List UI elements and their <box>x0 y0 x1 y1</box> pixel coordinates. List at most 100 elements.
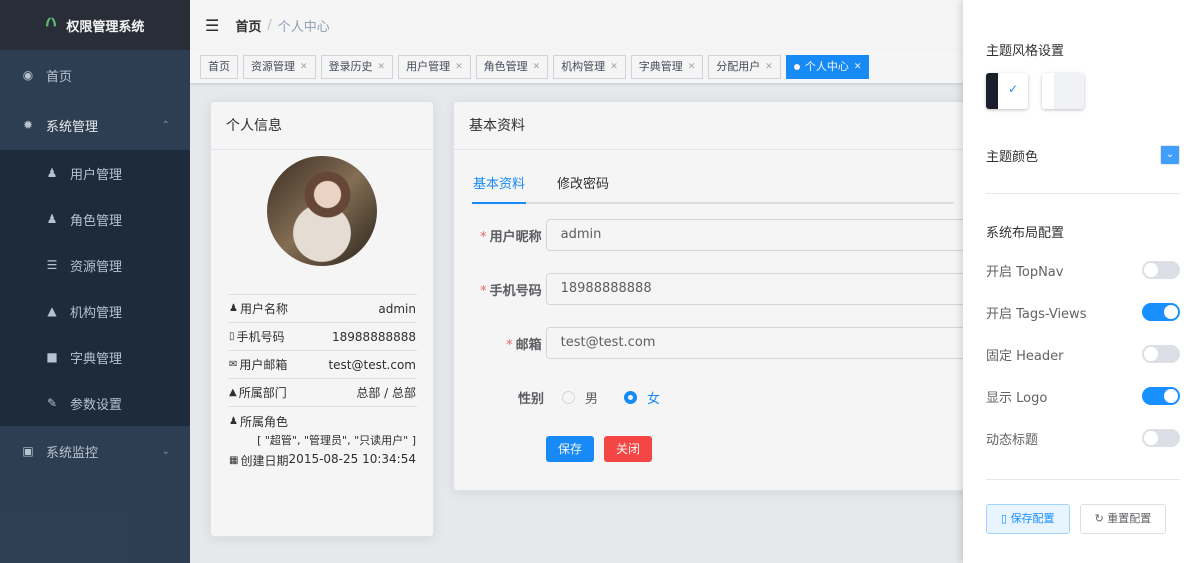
theme-color-row: 主题颜色 ⌄ <box>986 145 1180 165</box>
dict-icon: ■ <box>46 350 58 364</box>
tab-basic-info[interactable]: 基本资料 <box>472 168 527 204</box>
info-label-text: 所属部门 <box>238 386 287 400</box>
breadcrumb-home[interactable]: 首页 <box>235 16 261 35</box>
tagsview-switch[interactable] <box>1142 303 1180 321</box>
gender-radio-male[interactable]: 男 <box>562 388 598 407</box>
phone-input[interactable]: 18988888888 <box>545 273 972 305</box>
info-row-dept: ▲ 所属部门 总部 / 总部 <box>228 378 417 406</box>
sidebar-item-params[interactable]: ✎ 参数设置 <box>0 380 190 426</box>
show-logo-switch[interactable] <box>1142 387 1180 405</box>
sidebar-item-label: 系统监控 <box>46 445 99 461</box>
sidebar-item-label: 首页 <box>46 69 73 85</box>
sidebar-item-monitor[interactable]: ▣ 系统监控 ⌄ <box>0 426 190 476</box>
info-label-text: 创建日期 <box>240 454 289 468</box>
tag-users[interactable]: 用户管理 ✕ <box>398 54 471 79</box>
basic-tabs: 基本资料 修改密码 <box>472 168 954 204</box>
save-config-button[interactable]: ▯ 保存配置 <box>986 504 1070 534</box>
tag-label: 首页 <box>208 59 230 73</box>
switch-label: 开启 TopNav <box>986 264 1064 280</box>
avatar[interactable] <box>267 156 377 266</box>
close-icon[interactable]: ✕ <box>455 56 463 78</box>
tag-orgs[interactable]: 机构管理 ✕ <box>553 54 626 79</box>
close-icon[interactable]: ✕ <box>533 56 541 78</box>
close-icon[interactable]: ✕ <box>854 56 862 78</box>
tag-login-history[interactable]: 登录历史 ✕ <box>320 54 394 79</box>
sidebar-item-label: 机构管理 <box>70 305 123 321</box>
tag-label: 登录历史 <box>328 59 373 73</box>
nickname-input[interactable]: admin <box>545 219 972 251</box>
breadcrumb-current: 个人中心 <box>277 19 330 35</box>
theme-style-dark[interactable]: ✓ <box>986 73 1028 109</box>
tag-roles[interactable]: 角色管理 ✕ <box>475 54 549 79</box>
active-dot-icon <box>793 63 800 70</box>
logo-title: 权限管理系统 <box>66 19 145 35</box>
tree-icon: ▲ <box>47 304 57 318</box>
topnav-switch[interactable] <box>1142 261 1180 279</box>
sidebar-item-users[interactable]: ♟ 用户管理 <box>0 150 190 196</box>
sidebar-item-resources[interactable]: ☰ 资源管理 <box>0 242 190 288</box>
tag-dict[interactable]: 字典管理 ✕ <box>630 54 704 79</box>
email-input[interactable]: test@test.com <box>545 327 972 359</box>
reset-config-button[interactable]: ↻ 重置配置 <box>1079 504 1167 534</box>
peoples-icon: ♟ <box>46 212 58 226</box>
theme-color-picker[interactable]: ⌄ <box>1160 145 1180 165</box>
email-label: * 邮箱 <box>472 334 546 353</box>
close-icon[interactable]: ✕ <box>300 56 308 78</box>
profile-card: 个人信息 ♟ 用户名称 admin ▯ 手机号码 18988888888 ✉ 用户邮箱… <box>210 101 434 537</box>
chevron-down-icon: ⌄ <box>1165 149 1175 160</box>
sidebar-item-system[interactable]: ✹ 系统管理 ⌃ <box>0 100 190 150</box>
form-row-email: * 邮箱 test@test.com <box>472 316 972 370</box>
user-icon: ♟ <box>46 166 58 180</box>
sidebar-item-home[interactable]: ◉ 首页 <box>0 50 190 100</box>
tab-change-password[interactable]: 修改密码 <box>556 168 610 202</box>
info-row-phone: ▯ 手机号码 18988888888 <box>228 322 417 350</box>
fixed-header-switch[interactable] <box>1142 345 1180 363</box>
dynamic-title-switch[interactable] <box>1142 429 1180 447</box>
theme-style-light[interactable] <box>1042 73 1084 109</box>
basic-info-card: 基本资料 基本资料 修改密码 * 用户昵称 admin * 手机号码 1898888… <box>453 101 973 491</box>
sidebar-item-label: 参数设置 <box>70 397 123 413</box>
save-button[interactable]: 保存 <box>546 436 595 462</box>
info-label: ♟ 所属角色 <box>229 413 416 430</box>
profile-info-list: ♟ 用户名称 admin ▯ 手机号码 18988888888 ✉ 用户邮箱 test… <box>228 294 417 475</box>
tags-view: 首页 资源管理 ✕ 登录历史 ✕ 用户管理 ✕ 角色管理 ✕ 机构管理 ✕ 字典管理 ✕ 分… <box>190 50 963 84</box>
layout-title: 系统布局配置 <box>986 226 1065 241</box>
info-label: ♟ 用户名称 <box>229 300 288 317</box>
tag-profile[interactable]: 个人中心 ✕ <box>785 54 870 79</box>
sidebar-item-label: 资源管理 <box>70 259 123 275</box>
close-button[interactable]: 关闭 <box>604 436 653 462</box>
close-icon[interactable]: ✕ <box>765 56 773 78</box>
sidebar-item-roles[interactable]: ♟ 角色管理 <box>0 196 190 242</box>
hamburger-icon[interactable]: ☰ <box>205 16 219 35</box>
tag-assign-users[interactable]: 分配用户 ✕ <box>708 54 781 79</box>
info-label: ▦ 创建日期 <box>229 452 288 469</box>
profile-card-title: 个人信息 <box>211 102 433 150</box>
tag-resources[interactable]: 资源管理 ✕ <box>243 54 316 79</box>
tag-label: 个人中心 <box>804 59 849 73</box>
info-label-text: 所属角色 <box>239 415 288 429</box>
theme-style-title: 主题风格设置 <box>986 44 1065 59</box>
gender-radio-female[interactable]: 女 <box>624 388 660 407</box>
info-label-text: 用户名称 <box>239 302 288 316</box>
tag-label: 角色管理 <box>483 59 528 73</box>
info-value: 18988888888 <box>332 329 416 344</box>
close-icon[interactable]: ✕ <box>378 56 386 78</box>
form-row-phone: * 手机号码 18988888888 <box>472 262 972 316</box>
sidebar-item-dict[interactable]: ■ 字典管理 <box>0 334 190 380</box>
sidebar: ⹙⹚ 权限管理系统 ◉ 首页 ✹ 系统管理 ⌃ ♟ 用户管理 ♟ 角色管理 ☰ … <box>0 0 190 563</box>
nickname-label: * 用户昵称 <box>472 226 546 245</box>
label-text: 手机号码 <box>489 283 542 299</box>
close-icon[interactable]: ✕ <box>688 56 696 78</box>
drawer-buttons: ▯ 保存配置 ↻ 重置配置 <box>986 504 1180 534</box>
sidebar-item-label: 系统管理 <box>46 119 99 135</box>
close-icon[interactable]: ✕ <box>610 56 618 78</box>
tag-label: 分配用户 <box>716 59 761 73</box>
info-row-email: ✉ 用户邮箱 test@test.com <box>228 350 417 378</box>
tag-home[interactable]: 首页 <box>200 54 238 79</box>
info-label-text: 用户邮箱 <box>239 358 288 372</box>
sidebar-logo[interactable]: ⹙⹚ 权限管理系统 <box>0 0 190 50</box>
required-mark: * <box>506 337 513 353</box>
peoples-icon: ♟ <box>229 416 238 427</box>
sidebar-item-orgs[interactable]: ▲ 机构管理 <box>0 288 190 334</box>
user-icon: ♟ <box>229 303 238 314</box>
